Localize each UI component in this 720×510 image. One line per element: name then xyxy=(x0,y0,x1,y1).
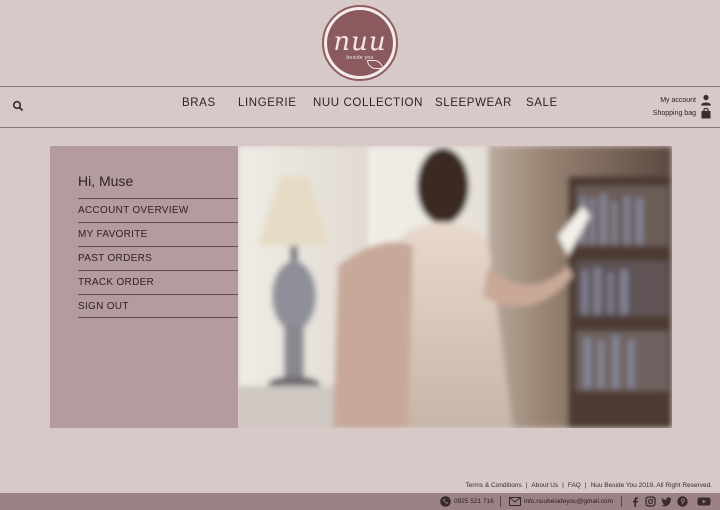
phone-icon xyxy=(440,496,451,507)
menu-item-track-order[interactable]: TRACK ORDER xyxy=(78,270,238,294)
nav-item-nuu-collection[interactable]: NUU COLLECTION xyxy=(313,97,423,109)
main-nav: BRAS LINGERIE NUU COLLECTION SLEEPWEAR S… xyxy=(0,97,720,115)
logo-subtitle: beside you xyxy=(346,55,374,61)
footer-divider xyxy=(500,496,501,507)
nav-item-lingerie[interactable]: LINGERIE xyxy=(238,97,296,109)
facebook-icon[interactable] xyxy=(630,496,641,507)
pinterest-icon[interactable] xyxy=(677,496,688,507)
my-account-link[interactable]: My account xyxy=(660,97,696,104)
hero-photo xyxy=(238,146,672,428)
account-menu: ACCOUNT OVERVIEW MY FAVORITE PAST ORDERS… xyxy=(78,198,238,318)
mail-icon xyxy=(509,497,521,506)
header-divider-bottom xyxy=(0,127,720,128)
logo-leaf-icon xyxy=(367,60,383,69)
footer-copyright: Nuu Beside You 2019. All Right Reserved. xyxy=(590,482,712,489)
instagram-icon[interactable] xyxy=(645,496,656,507)
shopping-bag-link[interactable]: Shopping bag xyxy=(653,110,696,117)
twitter-icon[interactable] xyxy=(661,496,672,507)
footer-link-faq[interactable]: FAQ xyxy=(568,482,581,489)
nav-item-bras[interactable]: BRAS xyxy=(182,97,216,109)
footer-email[interactable]: info.nuubesideyou@gmail.com xyxy=(524,498,613,505)
brand-logo[interactable]: nuu beside you xyxy=(322,5,398,81)
user-icon[interactable] xyxy=(700,94,712,106)
greeting: Hi, Muse xyxy=(78,173,134,189)
account-panel: Hi, Muse ACCOUNT OVERVIEW MY FAVORITE PA… xyxy=(50,146,238,428)
footer-divider xyxy=(621,496,622,507)
youtube-icon[interactable] xyxy=(697,496,711,507)
nav-item-sleepwear[interactable]: SLEEPWEAR xyxy=(435,97,512,109)
shopping-bag-icon[interactable] xyxy=(700,107,712,119)
header-divider-top xyxy=(0,86,720,87)
footer-phone[interactable]: 0925 521 716 xyxy=(454,498,494,505)
footer-link-terms[interactable]: Terms & Conditions xyxy=(465,482,521,489)
footer-links: Terms & Conditions | About Us | FAQ | Nuu Besi… xyxy=(465,482,712,489)
logo-text: nuu xyxy=(333,27,387,57)
footer-link-about[interactable]: About Us xyxy=(531,482,558,489)
logo-circle: nuu beside you xyxy=(327,10,393,76)
menu-item-my-favorite[interactable]: MY FAVORITE xyxy=(78,222,238,246)
nav-item-sale[interactable]: SALE xyxy=(526,97,558,109)
menu-item-account-overview[interactable]: ACCOUNT OVERVIEW xyxy=(78,198,238,222)
menu-item-sign-out[interactable]: SIGN OUT xyxy=(78,294,238,318)
menu-item-past-orders[interactable]: PAST ORDERS xyxy=(78,246,238,270)
